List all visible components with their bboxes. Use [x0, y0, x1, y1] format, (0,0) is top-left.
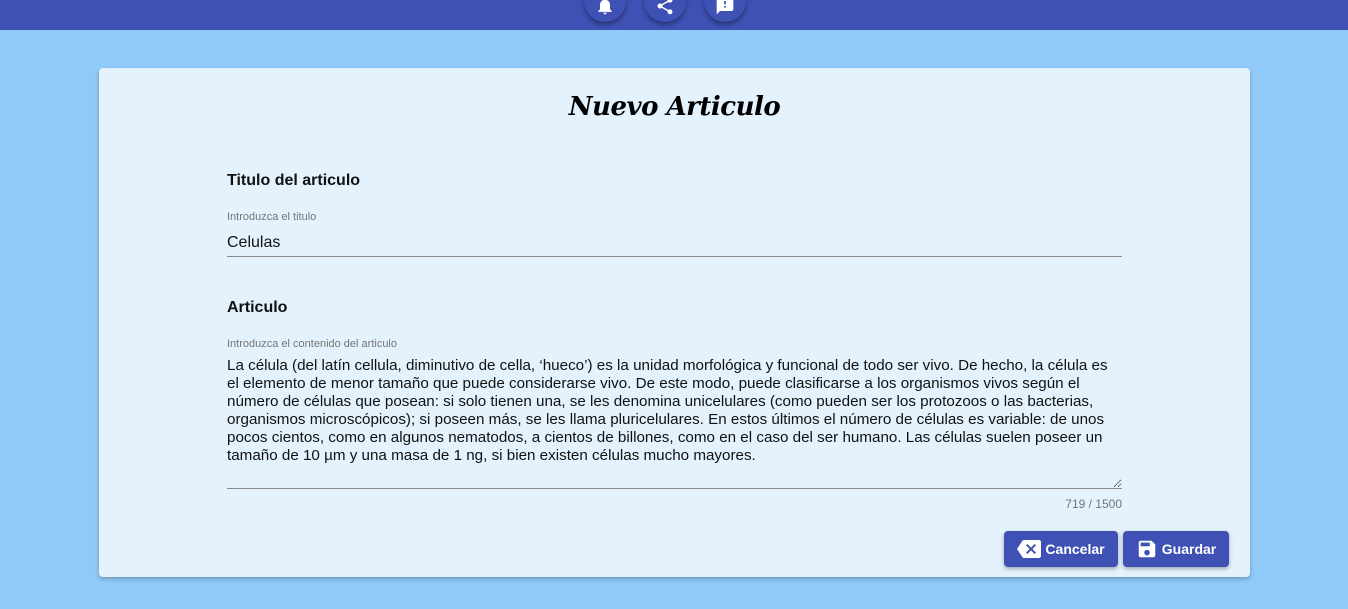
feedback-button[interactable] — [704, 0, 746, 22]
page-title: Nuevo Articulo — [568, 92, 781, 122]
save-button[interactable]: Guardar — [1123, 531, 1229, 567]
save-icon — [1138, 540, 1156, 558]
bell-icon — [598, 0, 612, 15]
article-form-card: Nuevo Articulo Titulo del articulo Intro… — [99, 68, 1250, 577]
share-icon — [657, 0, 673, 15]
article-section-label: Articulo — [227, 299, 288, 316]
title-section-label: Titulo del articulo — [227, 172, 361, 189]
article-textarea[interactable]: La célula (del latín cellula, diminutivo… — [227, 357, 1122, 489]
share-button[interactable] — [644, 0, 686, 22]
title-input[interactable] — [227, 230, 1122, 257]
chat-icon — [716, 0, 734, 15]
notifications-button[interactable] — [584, 0, 626, 22]
title-field-caption: Introduzca el titulo — [227, 211, 317, 223]
save-button-label: Guardar — [1161, 541, 1217, 557]
cancel-button-label: Cancelar — [1045, 541, 1105, 557]
character-counter: 719 / 1500 — [1065, 497, 1122, 511]
backspace-icon — [1017, 540, 1042, 558]
top-toolbar — [0, 0, 1348, 30]
cancel-button[interactable]: Cancelar — [1004, 531, 1118, 567]
article-field-caption: Introduzca el contenido del articulo — [227, 338, 397, 350]
